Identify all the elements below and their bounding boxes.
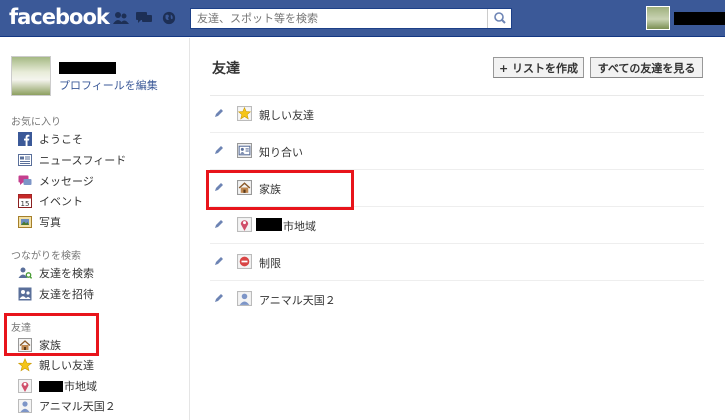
edit-pencil-icon[interactable] [214,293,224,303]
person-icon [237,291,252,306]
sidebar-item-label: 写真 [39,216,61,229]
list-label[interactable]: 市地域 [283,218,316,234]
search-box[interactable] [190,8,512,29]
invite-friends-icon [18,287,32,301]
list-row-animal-heaven[interactable]: アニマル天国２ [210,281,704,318]
sidebar-item-messages[interactable]: メッセージ [18,172,94,190]
facebook-logo[interactable]: facebook [9,5,110,29]
sidebar-item-events[interactable]: 15 イベント [18,192,83,210]
sidebar-item-label: 市地域 [64,380,97,393]
sidebar-item-close-friends[interactable]: 親しい友達 [18,356,94,374]
find-friends-icon [18,267,32,279]
friend-requests-icon[interactable] [113,11,129,25]
connect-header: つながりを検索 [11,251,81,262]
redacted-profile-name[interactable] [59,62,116,74]
calendar-icon: 15 [18,194,32,208]
edit-profile-link[interactable]: プロフィールを編集 [59,77,158,93]
redacted-username[interactable] [674,12,725,25]
sidebar-item-label: 友達を検索 [39,267,94,280]
list-row-restricted[interactable]: 制限 [210,244,704,281]
svg-text:15: 15 [21,200,30,208]
edit-pencil-icon[interactable] [214,256,224,266]
highlight-box-sidebar-family [4,313,99,356]
person-icon [18,399,32,413]
location-pin-icon [237,217,252,232]
edit-pencil-icon[interactable] [214,219,224,229]
notifications-globe-icon[interactable] [161,11,177,25]
star-icon [237,106,252,121]
acquaintance-icon [237,143,252,158]
sidebar-item-label: アニマル天国２ [39,400,116,413]
main-content: 友達 + リストを作成 すべての友達を見る 親しい友達 知り合い 家族 市地域 … [191,38,725,420]
highlight-box-main-family [206,170,354,210]
see-all-friends-button[interactable]: すべての友達を見る [590,57,703,78]
create-list-button[interactable]: + リストを作成 [493,57,584,78]
sidebar-item-label: ようこそ [39,133,83,146]
redacted-city-name [39,380,63,392]
sidebar-item-label: 親しい友達 [39,359,94,372]
list-row-close-friends[interactable]: 親しい友達 [210,96,704,133]
redacted-city-name [256,218,282,231]
location-pin-icon [18,379,32,393]
sidebar-item-label: メッセージ [39,175,94,188]
page-title: 友達 [212,61,240,77]
top-navigation-bar: facebook [0,0,725,37]
edit-pencil-icon[interactable] [214,145,224,155]
messages-icon [18,175,32,185]
sidebar-item-welcome[interactable]: ようこそ [18,130,83,148]
sidebar-item-find-friends[interactable]: 友達を検索 [18,264,94,282]
sidebar-item-news-feed[interactable]: ニュースフィード [18,151,126,169]
search-icon [494,12,506,24]
list-row-location[interactable]: 市地域 [210,207,704,244]
news-feed-icon [18,154,32,166]
messages-jewel-icon[interactable] [136,11,152,25]
list-label[interactable]: 知り合い [259,144,303,160]
photos-icon [18,216,32,228]
sidebar-item-location[interactable]: 市地域 [18,377,97,395]
list-label[interactable]: 親しい友達 [259,107,314,123]
list-label[interactable]: アニマル天国２ [259,292,336,308]
profile-picture[interactable] [11,56,51,96]
search-input[interactable] [191,9,485,28]
search-button[interactable] [487,9,511,28]
sidebar-item-invite-friends[interactable]: 友達を招待 [18,285,94,303]
favorites-header: お気に入り [11,117,61,128]
sidebar-item-label: イベント [39,195,83,208]
restricted-icon [237,254,252,269]
sidebar-item-photos[interactable]: 写真 [18,213,61,231]
sidebar-item-label: 友達を招待 [39,288,94,301]
user-avatar[interactable] [646,6,670,30]
left-sidebar: プロフィールを編集 お気に入り ようこそ ニュースフィード メッセージ 15 イ… [0,38,190,420]
list-label[interactable]: 制限 [259,255,281,271]
sidebar-item-label: ニュースフィード [39,154,127,167]
sidebar-item-animal-heaven[interactable]: アニマル天国２ [18,397,116,415]
star-icon [18,358,32,372]
facebook-icon [18,132,32,146]
edit-pencil-icon[interactable] [214,108,224,118]
list-row-acquaintances[interactable]: 知り合い [210,133,704,170]
